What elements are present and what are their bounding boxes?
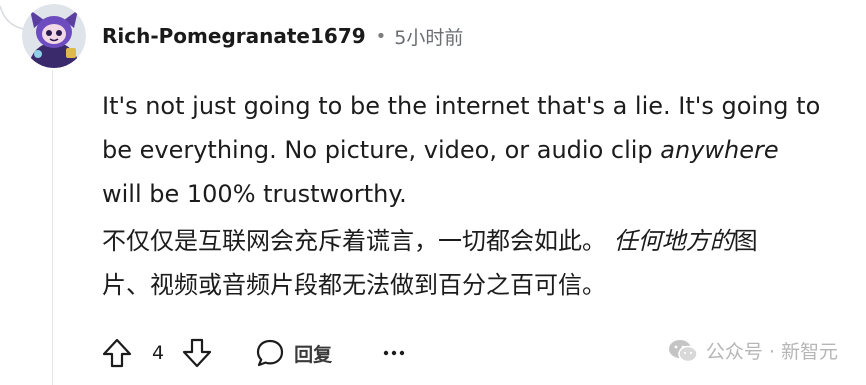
comment-emphasis-en: anywhere — [660, 136, 779, 164]
downvote-arrow-icon[interactable] — [180, 336, 214, 370]
speech-bubble-icon — [256, 339, 284, 367]
comment-action-bar: 4 回复 — [100, 334, 406, 372]
timestamp: 5小时前 — [394, 26, 464, 49]
comment-body-chinese: 不仅仅是互联网会充斥着谎言，一切都会如此。 任何地方的图片、视频或音频片段都无法… — [102, 219, 802, 307]
reply-button[interactable]: 回复 — [254, 337, 332, 369]
vote-count: 4 — [152, 342, 165, 364]
thread-line — [52, 70, 53, 385]
watermark-text: 公众号 · 新智元 — [705, 341, 838, 363]
more-options-icon[interactable] — [382, 349, 406, 357]
comment-text-en-end: will be 100% trustworthy. — [102, 180, 407, 208]
comment-body-english: It's not just going to be the internet t… — [102, 84, 822, 216]
watermark: 公众号 · 新智元 — [668, 337, 838, 364]
avatar[interactable] — [22, 4, 86, 68]
comment-emphasis-zh: 任何地方的 — [613, 227, 734, 255]
comment-header: Rich-Pomegranate1679 • 5小时前 — [102, 22, 463, 50]
reply-label: 回复 — [294, 343, 333, 366]
upvote-arrow-icon[interactable] — [100, 336, 134, 370]
username-link[interactable]: Rich-Pomegranate1679 — [102, 24, 366, 48]
wechat-icon — [668, 339, 698, 362]
separator-dot: • — [375, 25, 387, 47]
comment-text-zh: 不仅仅是互联网会充斥着谎言，一切都会如此。 — [102, 227, 614, 255]
